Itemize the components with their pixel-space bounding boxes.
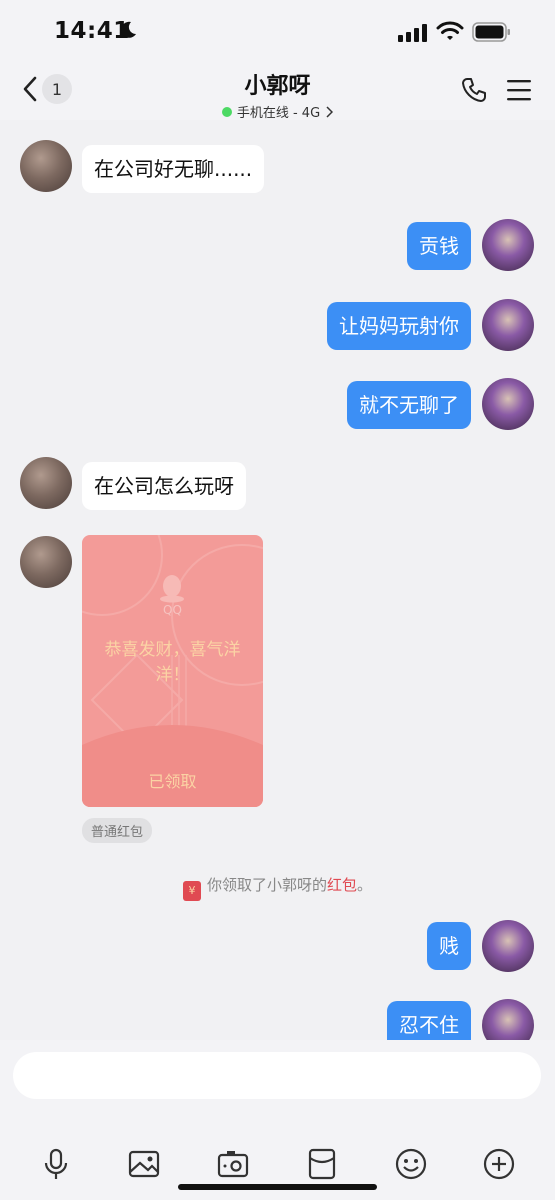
- red-packet-card[interactable]: QQ 恭喜发财，喜气洋洋！ 已领取: [82, 535, 263, 807]
- message-bubble[interactable]: 贡钱: [407, 222, 471, 270]
- image-icon[interactable]: [126, 1146, 162, 1182]
- plus-icon[interactable]: [481, 1146, 517, 1182]
- red-packet-icon[interactable]: [304, 1146, 340, 1182]
- red-packet-greeting: 恭喜发财，喜气洋洋！: [104, 640, 241, 685]
- my-avatar[interactable]: [482, 378, 534, 430]
- system-message: ¥ 你领取了小郭呀的红包。: [0, 874, 555, 901]
- red-packet-logo-text: QQ: [163, 603, 182, 617]
- message-bubble[interactable]: 贱: [427, 922, 471, 970]
- red-packet-type-tag: 普通红包: [82, 818, 153, 843]
- red-packet-icon: ¥: [182, 881, 201, 901]
- my-avatar[interactable]: [482, 219, 534, 271]
- emoji-icon[interactable]: [393, 1146, 429, 1182]
- message-bubble[interactable]: 在公司怎么玩呀: [82, 462, 246, 510]
- input-toolbar: [0, 1146, 555, 1186]
- home-indicator[interactable]: [178, 1184, 377, 1190]
- contact-avatar[interactable]: [20, 457, 72, 509]
- my-avatar[interactable]: [482, 299, 534, 351]
- message-bubble[interactable]: 让妈妈玩射你: [327, 302, 471, 350]
- penguin-icon: [160, 575, 184, 603]
- moon-icon: [121, 21, 136, 38]
- presence-text: 手机在线 - 4G: [236, 106, 321, 121]
- chevron-right-icon: [326, 105, 334, 118]
- presence-status[interactable]: 手机在线 - 4G: [221, 102, 334, 121]
- status-bar: 14:41: [0, 0, 555, 66]
- contact-avatar[interactable]: [20, 536, 72, 588]
- system-message-suffix: 。: [357, 876, 373, 894]
- my-avatar[interactable]: [482, 920, 534, 972]
- camera-icon[interactable]: [215, 1146, 251, 1182]
- message-bubble[interactable]: 就不无聊了: [347, 381, 471, 429]
- microphone-icon[interactable]: [38, 1146, 74, 1182]
- red-packet-status: 已领取: [148, 772, 197, 791]
- chat-header: 1 小郭呀 手机在线 - 4G: [0, 66, 555, 121]
- red-packet-bottom: [82, 725, 263, 807]
- system-message-text: 你领取了小郭呀的: [206, 876, 327, 894]
- contact-avatar[interactable]: [20, 140, 72, 192]
- message-input[interactable]: [13, 1052, 541, 1099]
- menu-icon[interactable]: [506, 78, 532, 102]
- battery-icon: [472, 22, 510, 42]
- red-packet-link[interactable]: 红包: [327, 876, 357, 894]
- chat-messages[interactable]: 在公司好无聊...... 贡钱 让妈妈玩射你 就不无聊了 在公司怎么玩呀 QQ …: [0, 120, 555, 1040]
- phone-icon[interactable]: [460, 76, 488, 104]
- online-dot-icon: [221, 106, 232, 117]
- message-bubble[interactable]: 在公司好无聊......: [82, 145, 265, 193]
- signal-icon: [398, 24, 427, 42]
- wifi-icon: [436, 21, 464, 40]
- my-avatar[interactable]: [482, 999, 534, 1040]
- message-bubble[interactable]: 忍不住: [387, 1001, 471, 1040]
- input-area: [0, 1040, 555, 1200]
